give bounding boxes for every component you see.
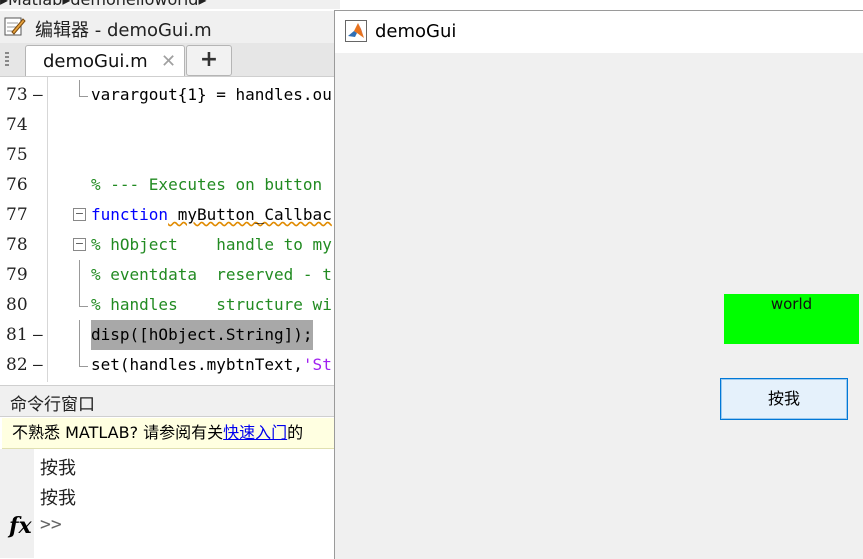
- editor-titlebar: 编辑器 - demoGui.m: [0, 11, 340, 44]
- editor-tabbar: demoGui.m ✕ +: [0, 43, 340, 77]
- breadcrumb-arrow: ▸: [62, 0, 70, 9]
- code-line: 80 % handles structure wi: [0, 290, 340, 320]
- line-number: 76: [6, 175, 28, 195]
- code-line: 75: [0, 140, 340, 170]
- line-number: 73: [6, 85, 28, 105]
- world-text-label: world: [724, 294, 859, 344]
- line-number: 78: [6, 235, 28, 255]
- breadcrumb: ▸ Matlab ▸ demohelloworld ▸: [0, 0, 340, 9]
- code-line: 73 — varargout{1} = handles.ou: [0, 80, 340, 110]
- code-line: 76 % --- Executes on button: [0, 170, 340, 200]
- breadcrumb-arrow: ▸: [198, 0, 206, 9]
- fold-toggle-icon[interactable]: −: [73, 238, 86, 251]
- code-line: 78 − % hObject handle to my: [0, 230, 340, 260]
- editor-icon: [4, 17, 26, 36]
- line-number: 77: [6, 205, 28, 225]
- command-gutter: [0, 449, 34, 558]
- breadcrumb-segment[interactable]: Matlab: [8, 0, 62, 9]
- tab-demogui[interactable]: demoGui.m ✕: [25, 45, 185, 77]
- breakpoint-marker[interactable]: —: [33, 350, 43, 380]
- command-window-title: 命令行窗口: [10, 395, 95, 415]
- fold-end-line: [79, 290, 88, 307]
- tab-label: demoGui.m: [43, 51, 148, 72]
- figure-titlebar: demoGui: [335, 11, 863, 53]
- tabbar-grip[interactable]: [5, 52, 9, 68]
- quick-start-link[interactable]: 快速入门: [223, 423, 287, 442]
- matlab-logo-icon: [345, 20, 367, 42]
- fold-line: [79, 320, 80, 350]
- notice-text-tail: 的: [287, 423, 304, 442]
- code-comment: % --- Executes on button: [91, 175, 323, 194]
- demogui-figure-window: demoGui world 按我: [334, 10, 863, 559]
- code-text: set(handles.mybtnText,'St: [91, 350, 332, 380]
- line-number: 75: [6, 145, 28, 165]
- line-number: 81: [6, 325, 28, 345]
- code-comment: % handles structure wi: [91, 295, 332, 314]
- fold-end-line: [79, 350, 88, 367]
- press-me-button[interactable]: 按我: [720, 378, 848, 420]
- code-line: 79 % eventdata reserved - t: [0, 260, 340, 290]
- code-text-highlighted: disp([hObject.String]);: [91, 320, 313, 350]
- code-keyword: function: [91, 205, 169, 224]
- breadcrumb-segment[interactable]: demohelloworld: [70, 0, 198, 9]
- code-function-name: myButton_Callbac: [168, 205, 332, 224]
- code-editor[interactable]: 73 — varargout{1} = handles.ou 74 75 76 …: [0, 76, 340, 382]
- fold-end-line: [79, 80, 88, 97]
- code-line: 82 — set(handles.mybtnText,'St: [0, 350, 340, 380]
- fold-toggle-icon[interactable]: −: [73, 208, 86, 221]
- getting-started-notice: 不熟悉 MATLAB? 请参阅有关快速入门的: [2, 418, 340, 449]
- close-icon[interactable]: ✕: [161, 51, 176, 72]
- command-output-line: 按我: [40, 488, 76, 509]
- line-number: 74: [6, 115, 28, 135]
- code-call: set(handles.mybtnText,: [91, 355, 303, 374]
- code-text: varargout{1} = handles.ou: [91, 85, 332, 104]
- code-text: function myButton_Callbac: [91, 200, 332, 230]
- breakpoint-marker[interactable]: —: [33, 320, 43, 350]
- plus-icon[interactable]: +: [186, 45, 232, 76]
- code-comment: % eventdata reserved - t: [91, 265, 332, 284]
- code-string: 'St: [302, 355, 332, 374]
- line-number: 80: [6, 295, 28, 315]
- notice-text: 不熟悉 MATLAB? 请参阅有关: [12, 423, 224, 442]
- breakpoint-marker[interactable]: —: [33, 80, 43, 110]
- command-window-body[interactable]: 按我 按我 fx >>: [0, 449, 340, 558]
- fold-line: [79, 260, 80, 290]
- command-window-header: 命令行窗口: [0, 385, 340, 417]
- fx-icon[interactable]: fx: [9, 513, 32, 539]
- breadcrumb-arrow: ▸: [0, 0, 8, 9]
- editor-title: 编辑器 - demoGui.m: [35, 20, 212, 41]
- code-line: 74: [0, 110, 340, 140]
- line-number: 82: [6, 355, 28, 375]
- code-comment: % hObject handle to my: [91, 235, 332, 254]
- code-line: 81 — disp([hObject.String]);: [0, 320, 340, 350]
- code-line: 77 − function myButton_Callbac: [0, 200, 340, 230]
- command-output-line: 按我: [40, 458, 76, 479]
- command-prompt[interactable]: >>: [40, 514, 62, 535]
- figure-title: demoGui: [375, 21, 457, 42]
- line-number: 79: [6, 265, 28, 285]
